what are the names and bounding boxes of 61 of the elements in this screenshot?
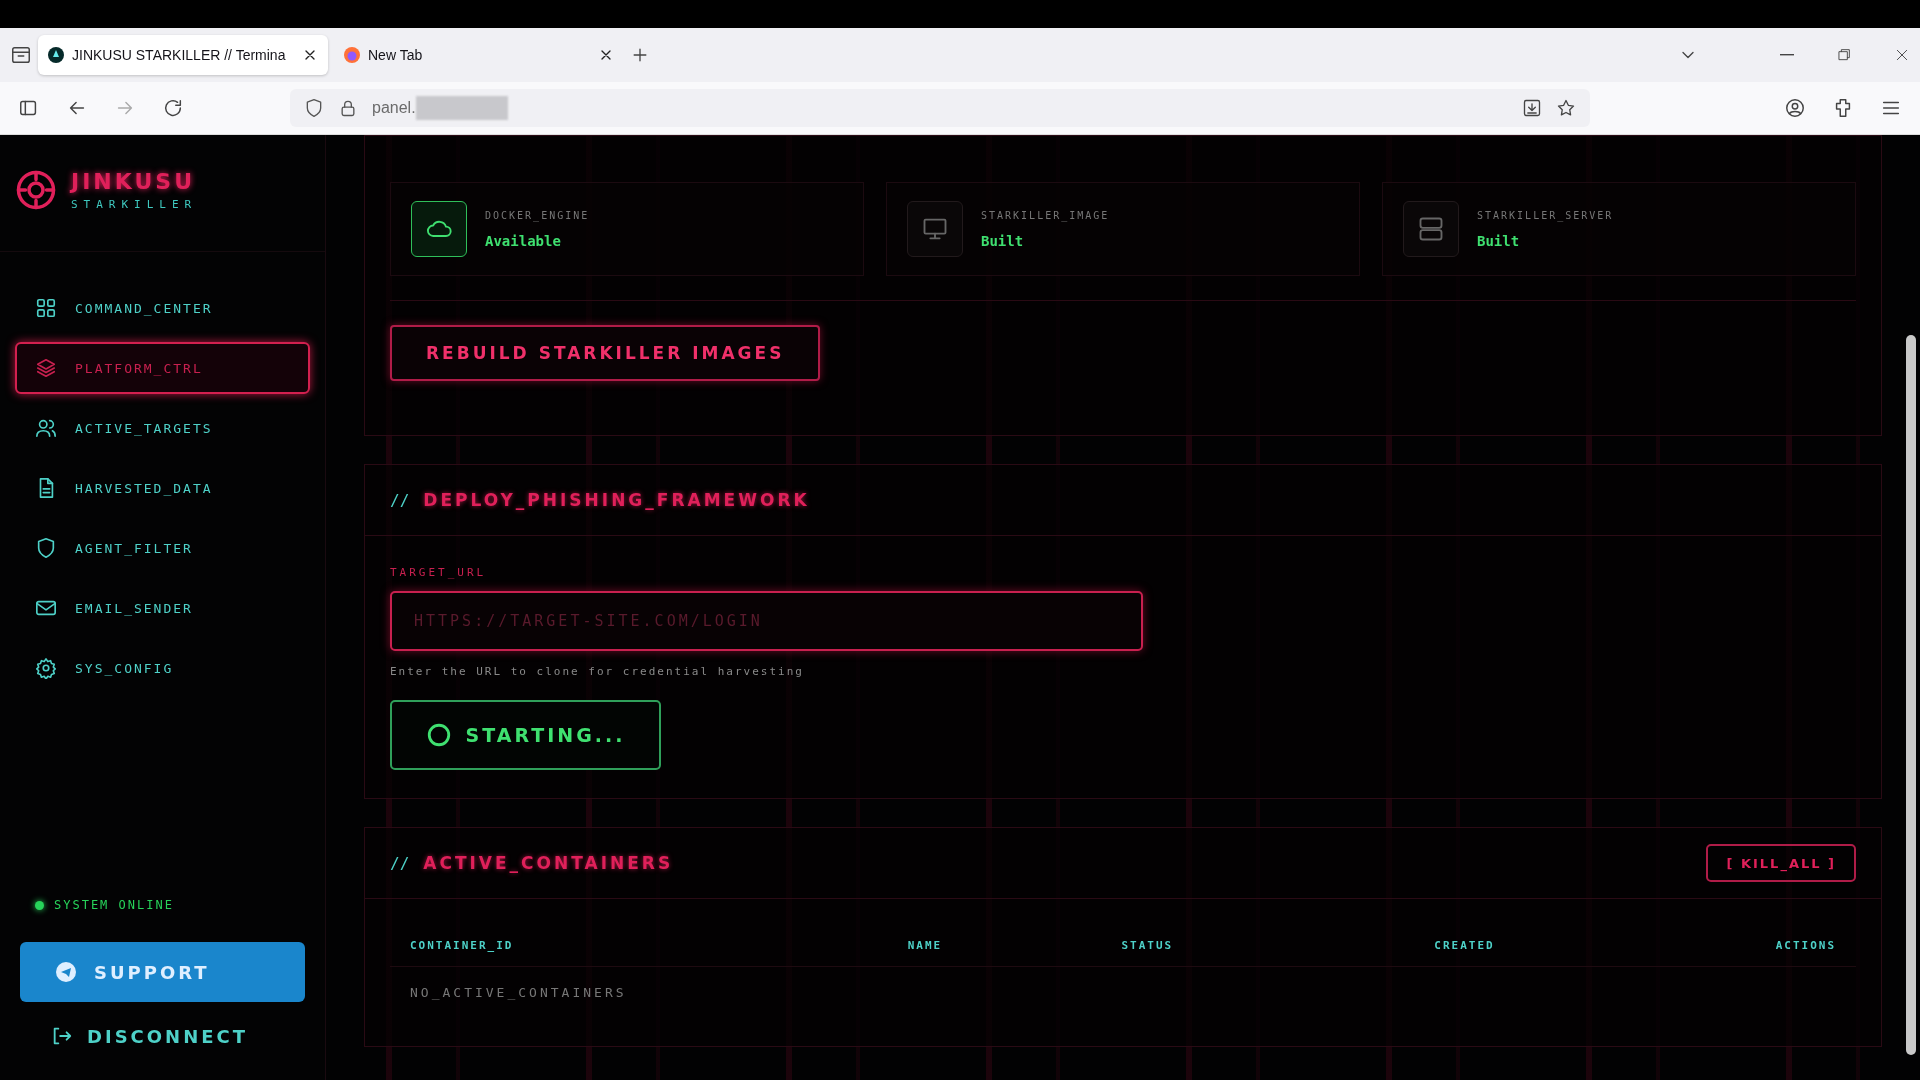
field-label: TARGET_URL <box>390 566 488 579</box>
browser-logo-icon <box>344 47 360 63</box>
column-header: NAME <box>887 925 1102 967</box>
tab-title: JINKUSU STARKILLER // Termina <box>72 47 287 63</box>
status-value: Built <box>1477 232 1521 249</box>
settings-icon <box>35 657 57 679</box>
disconnect-button[interactable]: DISCONNECT <box>15 1012 310 1060</box>
grid-icon <box>35 297 57 319</box>
rebuild-button[interactable]: REBUILD STARKILLER IMAGES <box>390 325 821 381</box>
start-button[interactable]: STARTING... <box>390 700 661 770</box>
reload-icon <box>162 97 184 119</box>
status-label: STARKILLER_IMAGE <box>981 209 1110 221</box>
nav-item[interactable]: PLATFORM_CTRL <box>15 342 310 394</box>
column-header: CONTAINER_ID <box>390 925 888 967</box>
status-dot <box>35 900 44 910</box>
brand-title: JINKUSU <box>71 169 197 194</box>
nav-item[interactable]: ACTIVE_TARGETS <box>15 402 310 454</box>
address-text[interactable]: panel. <box>372 99 416 117</box>
browser-tab[interactable]: New Tab <box>334 35 624 75</box>
target-logo-icon <box>15 169 57 211</box>
nav-item[interactable]: AGENT_FILTER <box>15 522 310 574</box>
url-input[interactable]: HTTPS://TARGET-SITE.COM/LOGIN <box>390 591 1143 651</box>
download-icon <box>1522 98 1542 118</box>
section-title: ACTIVE_CONTAINERS <box>423 853 674 873</box>
shield-icon <box>304 98 324 118</box>
nav-item[interactable]: EMAIL_SENDER <box>15 582 310 634</box>
users-icon <box>35 417 57 439</box>
scrollbar-thumb[interactable] <box>1906 335 1916 1055</box>
shield-icon <box>35 537 57 559</box>
star-icon <box>1556 98 1576 118</box>
account-icon <box>1784 97 1806 119</box>
column-header: CREATED <box>1414 925 1756 967</box>
logout-icon <box>51 1025 73 1047</box>
comment-prefix: // <box>390 853 410 873</box>
close-window-icon <box>1894 47 1910 63</box>
status-text: SYSTEM ONLINE <box>54 898 174 912</box>
browser-tab[interactable]: JINKUSU STARKILLER // Termina <box>38 35 328 75</box>
column-header: ACTIONS <box>1755 925 1856 967</box>
tab-list-icon <box>10 44 32 66</box>
comment-prefix: // <box>390 490 410 510</box>
empty-message: NO_ACTIVE_CONTAINERS <box>390 966 1856 1018</box>
kill-all-button[interactable]: [ KILL_ALL ] <box>1706 844 1856 882</box>
tab-title: New Tab <box>368 47 424 63</box>
spinner-icon <box>425 722 452 748</box>
nav-item[interactable]: COMMAND_CENTER <box>15 282 310 334</box>
restore-icon <box>1836 47 1852 63</box>
status-label: STARKILLER_SERVER <box>1477 209 1614 221</box>
status-value: Built <box>981 232 1025 249</box>
help-text: Enter the URL to clone for credential harvesting <box>390 665 805 678</box>
status-value: Available <box>485 232 562 249</box>
nav-item[interactable]: HARVESTED_DATA <box>15 462 310 514</box>
minimize-icon <box>1780 54 1794 56</box>
section-title: DEPLOY_PHISHING_FRAMEWORK <box>423 490 810 510</box>
paper-plane-icon <box>56 962 76 982</box>
column-header: STATUS <box>1101 925 1415 967</box>
site-icon <box>48 47 64 63</box>
nav-item[interactable]: SYS_CONFIG <box>15 642 310 694</box>
server-icon <box>1417 215 1445 243</box>
status-label: DOCKER_ENGINE <box>485 209 590 221</box>
brand-subtitle: STARKILLER <box>71 198 198 211</box>
layers-icon <box>35 357 57 379</box>
